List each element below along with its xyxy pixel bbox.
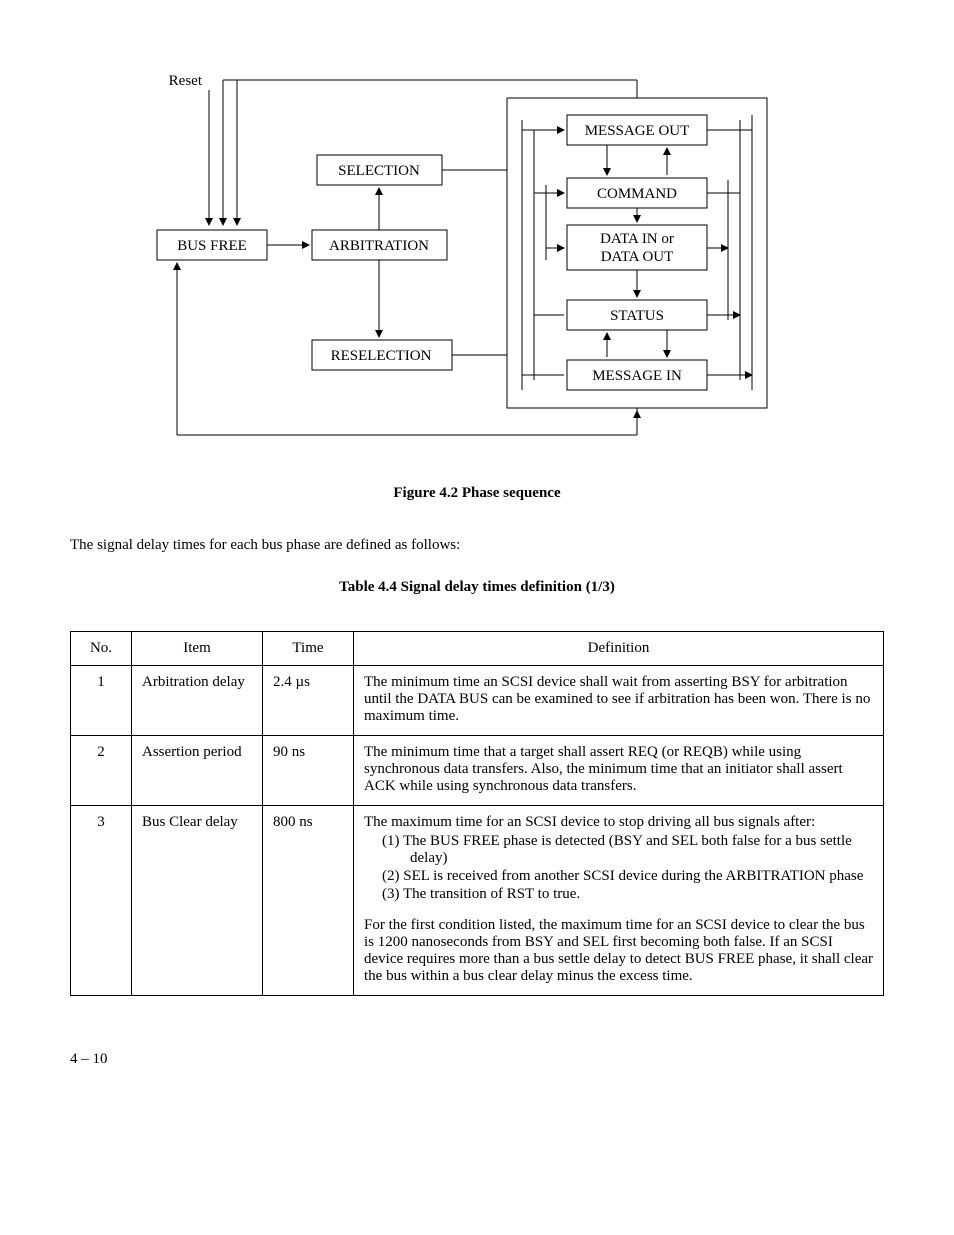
lead-text: The signal delay times for each bus phas… <box>70 537 884 554</box>
col-no: No. <box>71 632 132 666</box>
cell-definition: The maximum time for an SCSI device to s… <box>354 806 884 996</box>
figure-caption: Figure 4.2 Phase sequence <box>70 485 884 502</box>
page-number: 4 – 10 <box>70 1051 884 1068</box>
signal-delay-table: No. Item Time Definition 1Arbitration de… <box>70 631 884 996</box>
cell-item: Arbitration delay <box>132 666 263 736</box>
table-caption: Table 4.4 Signal delay times definition … <box>70 579 884 596</box>
table-row: 2Assertion period90 nsThe minimum time t… <box>71 736 884 806</box>
bus-free-label: BUS FREE <box>177 238 247 254</box>
msg-out-label: MESSAGE OUT <box>585 123 690 139</box>
col-time: Time <box>263 632 354 666</box>
cell-definition: The minimum time that a target shall ass… <box>354 736 884 806</box>
command-label: COMMAND <box>597 186 677 202</box>
reselection-label: RESELECTION <box>331 348 432 364</box>
data-label-1: DATA IN or <box>600 231 674 247</box>
selection-label: SELECTION <box>338 163 420 179</box>
cell-no: 1 <box>71 666 132 736</box>
cell-time: 800 ns <box>263 806 354 996</box>
table-row: 3Bus Clear delay800 nsThe maximum time f… <box>71 806 884 996</box>
reset-label: Reset <box>169 73 203 89</box>
arbitration-label: ARBITRATION <box>329 238 429 254</box>
cell-time: 90 ns <box>263 736 354 806</box>
cell-item: Bus Clear delay <box>132 806 263 996</box>
cell-time: 2.4 µs <box>263 666 354 736</box>
cell-definition: The minimum time an SCSI device shall wa… <box>354 666 884 736</box>
data-label-2: DATA OUT <box>601 249 674 265</box>
cell-item: Assertion period <box>132 736 263 806</box>
phase-sequence-diagram: Reset BUS FREE ARBITRATION SELECTION RES… <box>137 60 817 460</box>
msg-in-label: MESSAGE IN <box>592 368 682 384</box>
status-label: STATUS <box>610 308 664 324</box>
col-def: Definition <box>354 632 884 666</box>
cell-no: 2 <box>71 736 132 806</box>
col-item: Item <box>132 632 263 666</box>
table-row: 1Arbitration delay2.4 µsThe minimum time… <box>71 666 884 736</box>
cell-no: 3 <box>71 806 132 996</box>
